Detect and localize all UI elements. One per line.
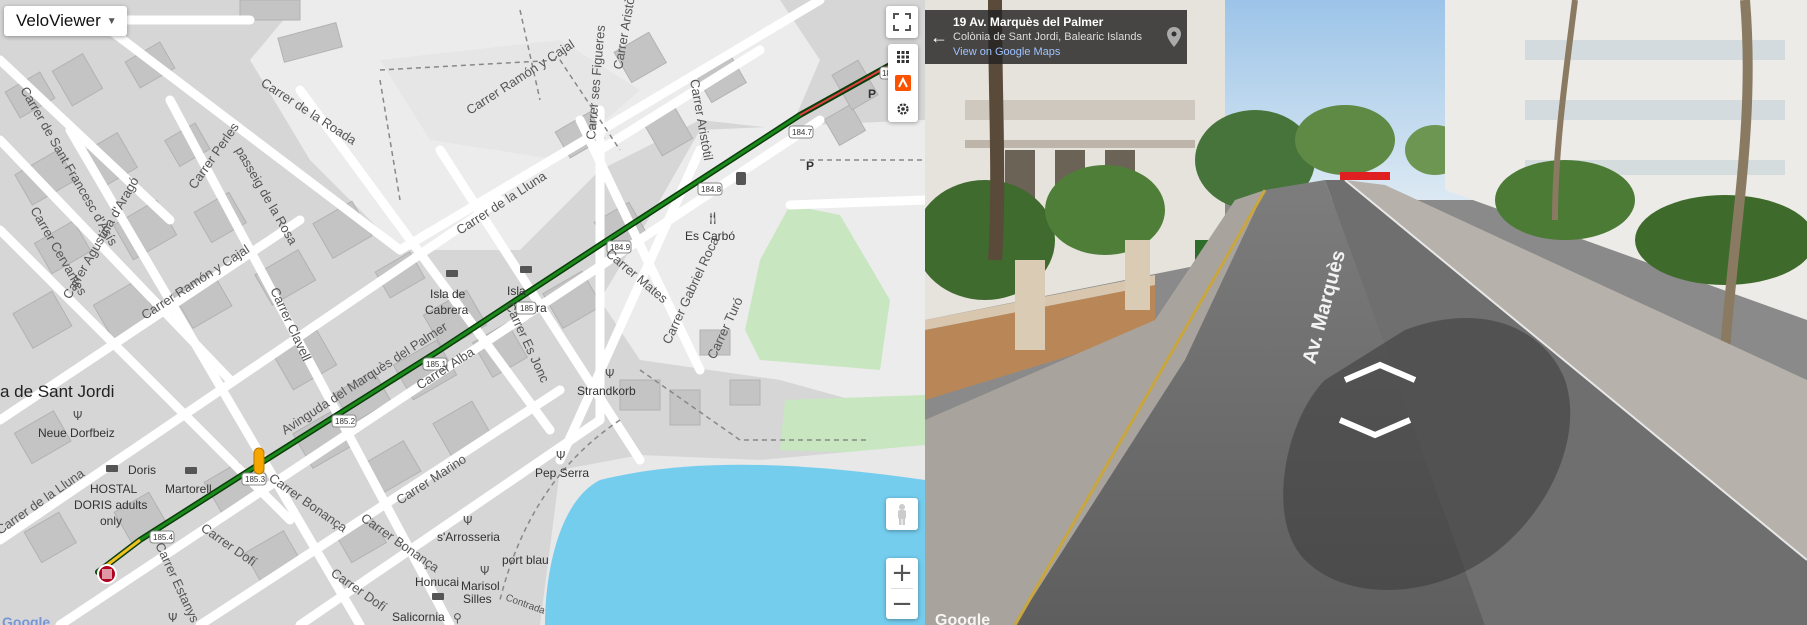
location-pin-button[interactable] <box>1161 10 1187 64</box>
poi-label: Silles <box>463 592 492 606</box>
grid-icon <box>897 51 909 63</box>
gear-icon <box>897 103 909 115</box>
poi-label: Neue Dorfbeiz <box>38 426 115 440</box>
zoom-controls: + − <box>886 558 918 619</box>
street-view-attribution: Google <box>935 612 991 625</box>
svg-text:184.8: 184.8 <box>701 185 722 194</box>
pegman-button[interactable] <box>886 498 918 530</box>
km-marker: 185.3 <box>241 472 267 486</box>
hotel-icon <box>185 467 197 474</box>
hotel-icon <box>432 593 444 600</box>
restaurant-icon: Ψ <box>480 564 489 578</box>
poi-label: s'Arrosseria <box>437 530 500 544</box>
poi-label: port blau <box>502 553 549 567</box>
strava-logo-icon <box>895 75 911 91</box>
restaurant-icon: 🍴︎ <box>705 211 720 225</box>
poi-label: ra <box>536 301 547 315</box>
restaurant-icon: Ψ <box>556 449 565 463</box>
km-marker: 185.2 <box>331 414 357 428</box>
poi-label: Es Carbó <box>685 229 735 243</box>
app-selector-dropdown[interactable]: VeloViewer ▼ <box>4 6 127 36</box>
poi-label: Salicornia <box>392 610 445 624</box>
toilet-icon: ⚲ <box>453 611 462 625</box>
map-attribution: Google <box>2 614 51 625</box>
poi-label: Strandkorb <box>577 384 636 398</box>
svg-text:184.7: 184.7 <box>792 128 813 137</box>
grid-button[interactable] <box>888 44 918 70</box>
restaurant-icon: Ψ <box>168 611 177 625</box>
settings-button[interactable] <box>888 96 918 122</box>
location-pin-icon <box>1167 27 1181 47</box>
address-title: 19 Av. Marquès del Palmer <box>953 15 1104 29</box>
position-marker-icon <box>253 447 265 475</box>
fullscreen-button[interactable] <box>886 6 918 38</box>
km-marker: 184.8 <box>697 182 723 196</box>
poi-label: DORIS adults <box>74 498 147 512</box>
poi-label: Isla <box>507 284 526 298</box>
km-marker: 184.7 <box>788 125 814 139</box>
fuel-icon <box>736 172 746 185</box>
address-card: ← 19 Av. Marquès del Palmer Colònia de S… <box>925 10 1187 64</box>
svg-text:185.2: 185.2 <box>335 417 356 426</box>
parking-label: P <box>806 159 814 173</box>
fullscreen-icon <box>893 13 911 31</box>
arrow-left-icon: ← <box>930 26 948 47</box>
place-name: a de Sant Jordi <box>0 382 114 401</box>
finish-flag-icon <box>97 564 117 584</box>
back-button[interactable]: ← <box>925 10 953 64</box>
strava-button[interactable] <box>888 70 918 96</box>
poi-label: Marisol <box>461 579 500 593</box>
road-name-overlay: Av. Marquès del <box>1299 250 1359 366</box>
restaurant-icon: Ψ <box>463 514 472 528</box>
poi-label: Cabrera <box>425 303 469 317</box>
poi-label: HOSTAL <box>90 482 137 496</box>
poi-label: Isla de <box>430 287 466 301</box>
hotel-icon <box>446 270 458 277</box>
poi-label: Martorell <box>165 482 212 496</box>
hotel-icon <box>106 465 118 472</box>
water-area <box>545 464 925 625</box>
road-name-label: Av. Marquès del <box>1299 250 1359 366</box>
poi-label: Honucai <box>415 575 459 589</box>
map-pane[interactable]: 184.7 184.8 184.9 185 185.1 185.2 185.3 … <box>0 0 925 625</box>
svg-text:185.3: 185.3 <box>245 475 266 484</box>
park-area <box>780 395 925 455</box>
street-view-pane[interactable]: Av. Marquès del ← 19 Av. Marquès del Pal… <box>925 0 1807 625</box>
address-subtitle: Colònia de Sant Jordi, Balearic Islands <box>953 31 1142 43</box>
hotel-icon <box>520 266 532 273</box>
zoom-in-button[interactable]: + <box>886 558 918 588</box>
restaurant-icon: Ψ <box>73 409 82 423</box>
route-map[interactable]: 184.7 184.8 184.9 185 185.1 185.2 185.3 … <box>0 0 925 625</box>
pegman-icon <box>898 504 906 525</box>
map-controls <box>888 44 918 122</box>
parking-label: P <box>868 87 876 101</box>
poi-label: Pep Serra <box>535 466 589 480</box>
poi-label: Doris <box>128 463 156 477</box>
zoom-out-button[interactable]: − <box>886 589 918 619</box>
app-selector-label: VeloViewer <box>16 11 101 30</box>
restaurant-icon: Ψ <box>605 367 614 381</box>
poi-label: only <box>100 514 122 528</box>
address-text: 19 Av. Marquès del Palmer Colònia de San… <box>953 10 1161 60</box>
view-on-google-maps-link[interactable]: View on Google Maps <box>953 45 1161 60</box>
chevron-down-icon: ▼ <box>106 15 117 27</box>
